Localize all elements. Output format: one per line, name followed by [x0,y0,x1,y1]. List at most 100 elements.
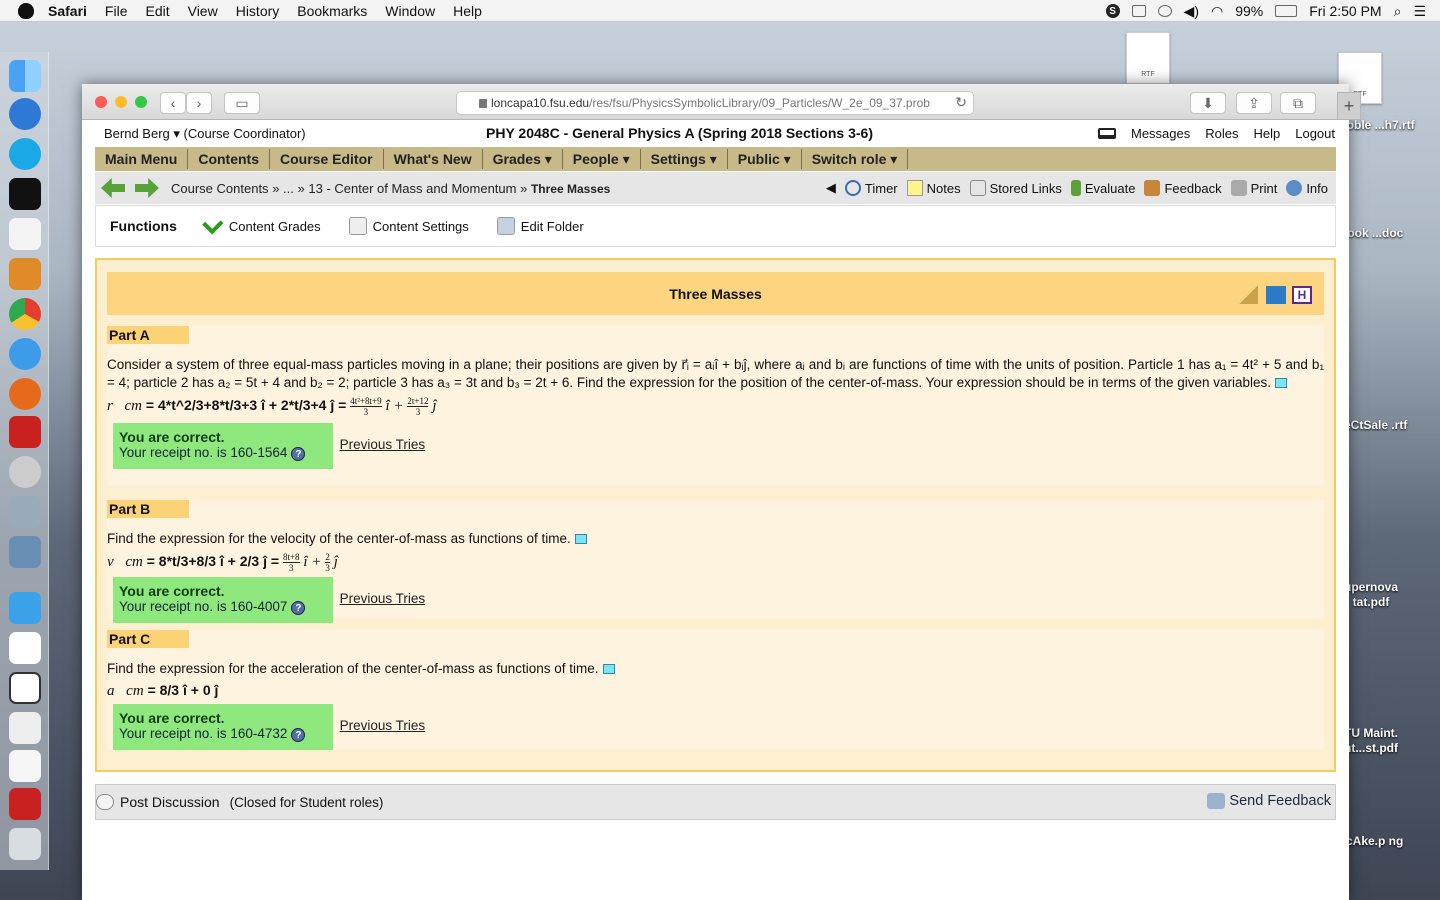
note-icon[interactable] [602,664,615,675]
menu-view[interactable]: View [188,3,218,19]
info-tool[interactable]: Info [1286,180,1328,196]
edit-problem-icon[interactable] [1266,286,1286,304]
skype-status-icon[interactable]: S [1105,4,1120,18]
battery-percent[interactable]: 99% [1235,3,1263,19]
menu-switch-role[interactable]: Switch role ▾ [802,149,909,169]
timer-tool[interactable]: Timer [844,180,898,196]
menu-edit[interactable]: Edit [145,3,169,19]
post-discussion-link[interactable]: Post Discussion [96,794,220,810]
help-icon[interactable]: ? [291,728,306,742]
help-link[interactable]: Help [1253,126,1280,141]
menu-app-name[interactable]: Safari [48,3,87,19]
x11-icon[interactable] [9,456,41,488]
user-name[interactable]: Bernd Berg [104,126,170,141]
share-button[interactable]: ⇪ [1236,92,1272,114]
menu-bookmarks[interactable]: Bookmarks [297,3,367,19]
menu-help[interactable]: Help [453,3,482,19]
content-settings-link[interactable]: Content Settings [348,217,469,235]
next-arrow-icon[interactable] [135,178,159,198]
menu-people[interactable]: People ▾ [563,149,641,169]
previous-tries-link[interactable]: Previous Tries [340,718,426,733]
notification-center-icon[interactable]: ☰ [1413,3,1426,20]
trash-icon[interactable] [9,828,41,860]
feedback-tool[interactable]: Feedback [1144,180,1222,196]
chrome-icon[interactable] [9,298,41,330]
previous-tries-link[interactable]: Previous Tries [340,591,426,606]
edit-folder-link[interactable]: Edit Folder [496,217,584,235]
ruler-icon[interactable] [1238,286,1258,304]
send-feedback-link[interactable]: Send Feedback [1207,793,1331,809]
battery-icon[interactable] [1275,5,1298,17]
maple-icon[interactable] [9,416,41,448]
folder-icon[interactable] [9,592,41,624]
terminal-icon[interactable] [9,178,41,210]
minimize-window-button[interactable] [115,96,127,108]
menu-history[interactable]: History [236,3,280,19]
settings-clock-icon [348,217,367,235]
roles-link[interactable]: Roles [1205,126,1238,141]
document-thumb-icon-4[interactable] [9,750,41,782]
back-button[interactable]: ‹ [160,92,186,114]
wifi-icon[interactable]: ◠ [1211,3,1223,20]
menu-settings[interactable]: Settings ▾ [641,149,728,169]
address-bar[interactable]: loncapa10.fsu.edu/res/fsu/PhysicsSymboli… [456,91,974,115]
reload-icon[interactable]: ↻ [955,94,967,111]
safari-icon[interactable] [9,338,41,370]
zoom-window-button[interactable] [135,96,147,108]
apple-icon[interactable] [18,2,34,19]
menu-main-menu[interactable]: Main Menu [95,149,189,169]
breadcrumb-root[interactable]: Course Contents [171,181,269,196]
hint-h-icon[interactable]: H [1292,286,1312,304]
preview-icon[interactable] [9,496,41,528]
timemachine-icon[interactable] [1157,5,1172,17]
volume-icon[interactable]: ◀) [1184,3,1199,20]
logout-link[interactable]: Logout [1295,126,1335,141]
note-icon[interactable] [1275,378,1288,389]
breadcrumb-ellipsis[interactable]: ... [283,181,294,196]
menu-whats-new[interactable]: What's New [384,149,483,169]
print-tool[interactable]: Print [1230,180,1277,196]
close-window-button[interactable] [95,96,107,108]
spotlight-icon[interactable]: ⌕ [1394,3,1402,20]
evaluate-tool[interactable]: Evaluate [1070,180,1135,196]
document-thumb-icon-2[interactable] [9,672,41,704]
display-icon[interactable] [1131,5,1146,17]
menu-public[interactable]: Public ▾ [728,149,802,169]
previous-tries-link[interactable]: Previous Tries [340,437,426,452]
laptop-icon[interactable] [1097,128,1116,139]
document-thumb-icon[interactable] [9,632,41,664]
menu-grades[interactable]: Grades ▾ [483,149,563,169]
desktop-file-rtf[interactable]: RTF [1126,32,1170,84]
skype-icon[interactable] [9,138,41,170]
collapse-arrow-icon[interactable]: ◀ [826,180,836,196]
clock[interactable]: Fri 2:50 PM [1309,3,1381,19]
sidebar-toggle-button[interactable]: ▭ [224,92,260,114]
calculator-icon[interactable] [9,258,41,290]
note-icon[interactable] [574,534,587,545]
menu-course-editor[interactable]: Course Editor [270,149,384,169]
document-thumb-icon-3[interactable] [9,712,41,744]
finder-icon[interactable] [9,60,41,92]
help-icon[interactable]: ? [291,447,306,461]
notes-tool[interactable]: Notes [906,180,961,196]
photos-badge-icon[interactable] [9,536,41,568]
breadcrumb-folder[interactable]: 13 - Center of Mass and Momentum [308,181,516,196]
part-a-frac1: 4t²+8t+9 3 [350,396,382,417]
tabs-overview-button[interactable]: ⧉ [1280,92,1316,114]
firefox-icon[interactable] [9,378,41,410]
mail-bird-icon[interactable] [9,98,41,130]
forward-button[interactable]: › [186,92,212,114]
menu-window[interactable]: Window [385,3,435,19]
help-icon[interactable]: ? [291,601,306,615]
new-tab-button[interactable]: + [1337,92,1361,120]
previous-arrow-icon[interactable] [101,178,125,198]
menu-file[interactable]: File [105,3,128,19]
menu-contents[interactable]: Contents [188,149,271,169]
textedit-icon[interactable] [9,218,41,250]
messages-link[interactable]: Messages [1131,126,1190,141]
maple-icon-2[interactable] [9,788,41,820]
part-a-lhs: r⃗cm [107,398,142,415]
content-grades-link[interactable]: Content Grades [202,213,321,235]
stored-links-tool[interactable]: Stored Links [969,180,1062,196]
downloads-button[interactable]: ⬇ [1190,92,1226,114]
